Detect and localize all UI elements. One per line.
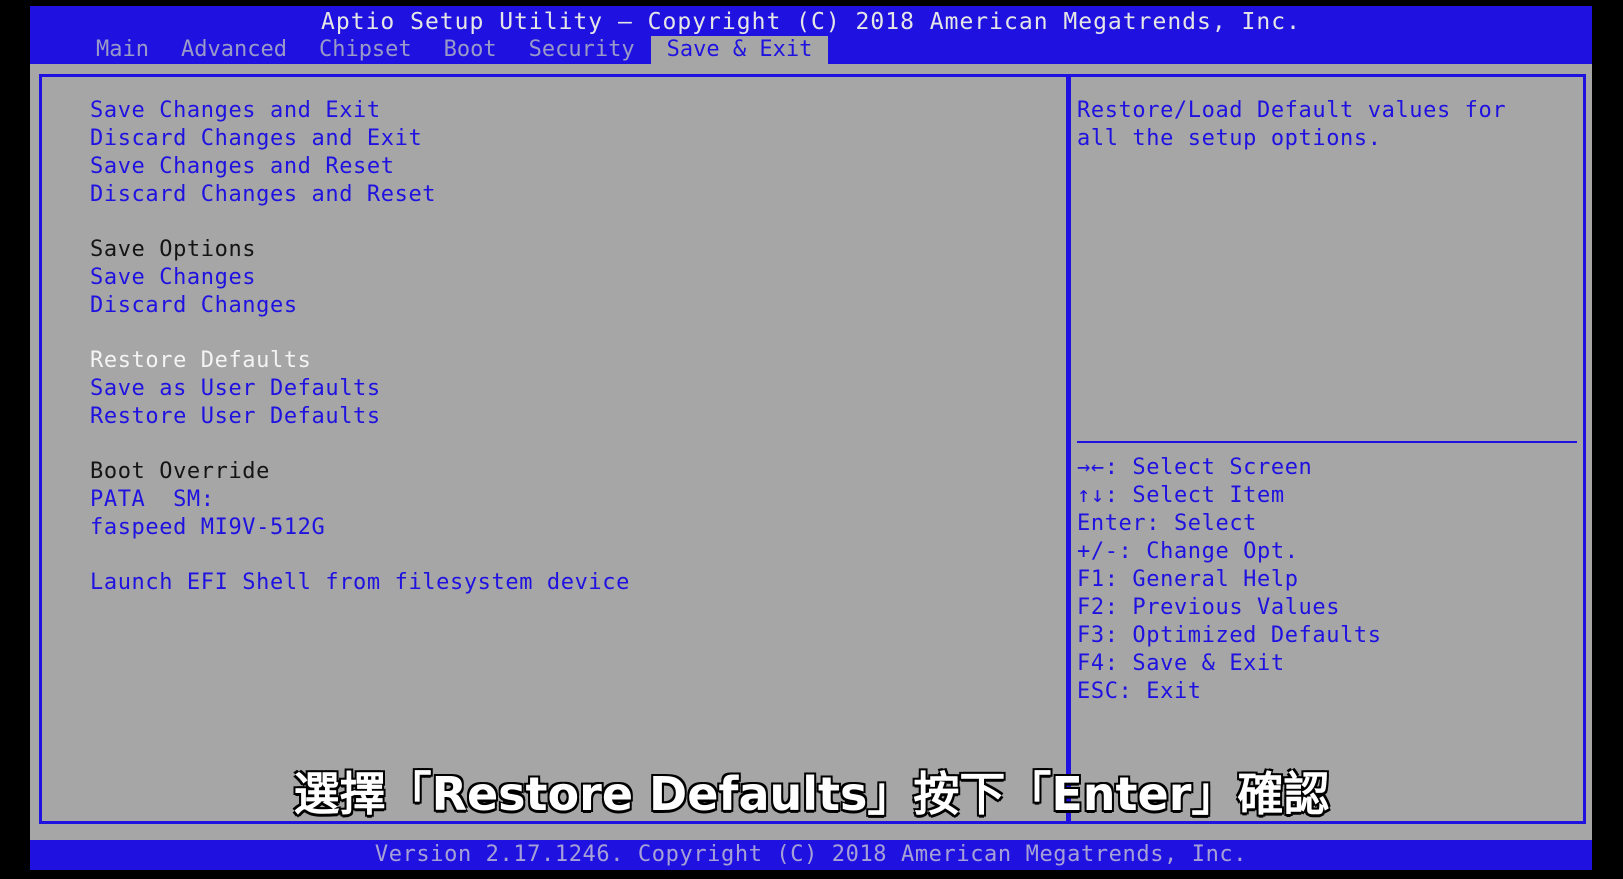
arrow-up-down-icon: ↑↓: <box>1077 483 1119 508</box>
key-legend-item: F4: Save & Exit <box>1077 651 1285 676</box>
title-bar: Aptio Setup Utility – Copyright (C) 2018… <box>30 6 1592 64</box>
video-subtitle: 選擇「Restore Defaults」按下「Enter」確認 <box>293 767 1330 821</box>
key-legend-item: F3: Optimized Defaults <box>1077 623 1382 648</box>
tab-chipset[interactable]: Chipset <box>303 36 428 64</box>
bios-screen: Aptio Setup Utility – Copyright (C) 2018… <box>30 6 1592 870</box>
options-menu: Save Changes and Exit Discard Changes an… <box>90 97 630 597</box>
tab-main[interactable]: Main <box>80 36 165 64</box>
key-legend-item: ESC: Exit <box>1077 679 1202 704</box>
section-heading-save-options: Save Options <box>90 237 257 262</box>
menu-item-save-changes-and-exit[interactable]: Save Changes and Exit <box>90 97 630 125</box>
menu-item-restore-user-defaults[interactable]: Restore User Defaults <box>90 403 630 431</box>
arrow-left-right-icon: →←: <box>1077 455 1119 480</box>
menu-item-save-changes[interactable]: Save Changes <box>90 264 630 292</box>
help-text: Restore/Load Default values for all the … <box>1077 98 1521 151</box>
menu-item-save-as-user-defaults[interactable]: Save as User Defaults <box>90 375 630 403</box>
help-panel: Restore/Load Default values for all the … <box>1069 74 1586 824</box>
key-legend-item: F1: General Help <box>1077 567 1299 592</box>
key-legend: →←: Select Screen ↑↓: Select Item Enter:… <box>1077 454 1382 706</box>
tab-advanced[interactable]: Advanced <box>165 36 303 64</box>
key-legend-item: ↑↓: Select Item <box>1077 483 1285 508</box>
menu-item-restore-defaults[interactable]: Restore Defaults <box>90 347 630 375</box>
help-separator <box>1077 441 1577 443</box>
tab-save-exit[interactable]: Save & Exit <box>650 36 829 64</box>
tab-bar: Main Advanced Chipset Boot Security Save… <box>80 36 829 64</box>
menu-item-launch-efi-shell[interactable]: Launch EFI Shell from filesystem device <box>90 569 630 597</box>
menu-item-faspeed[interactable]: faspeed MI9V-512G <box>90 514 630 542</box>
options-panel: Save Changes and Exit Discard Changes an… <box>39 74 1069 824</box>
version-text: Version 2.17.1246. Copyright (C) 2018 Am… <box>374 842 1248 867</box>
tab-boot[interactable]: Boot <box>428 36 513 64</box>
key-legend-item: +/-: Change Opt. <box>1077 539 1299 564</box>
menu-item-discard-changes-and-reset[interactable]: Discard Changes and Reset <box>90 181 630 209</box>
menu-item-discard-changes[interactable]: Discard Changes <box>90 292 630 320</box>
menu-item-pata-sm[interactable]: PATA SM: <box>90 486 630 514</box>
tab-security[interactable]: Security <box>513 36 651 64</box>
status-bar: Version 2.17.1246. Copyright (C) 2018 Am… <box>30 840 1592 870</box>
app-title: Aptio Setup Utility – Copyright (C) 2018… <box>321 9 1301 35</box>
key-legend-item: F2: Previous Values <box>1077 595 1341 620</box>
menu-item-discard-changes-and-exit[interactable]: Discard Changes and Exit <box>90 125 630 153</box>
key-legend-item: Enter: Select <box>1077 511 1258 536</box>
key-legend-item: →←: Select Screen <box>1077 455 1313 480</box>
section-heading-boot-override: Boot Override <box>90 459 270 484</box>
menu-item-save-changes-and-reset[interactable]: Save Changes and Reset <box>90 153 630 181</box>
